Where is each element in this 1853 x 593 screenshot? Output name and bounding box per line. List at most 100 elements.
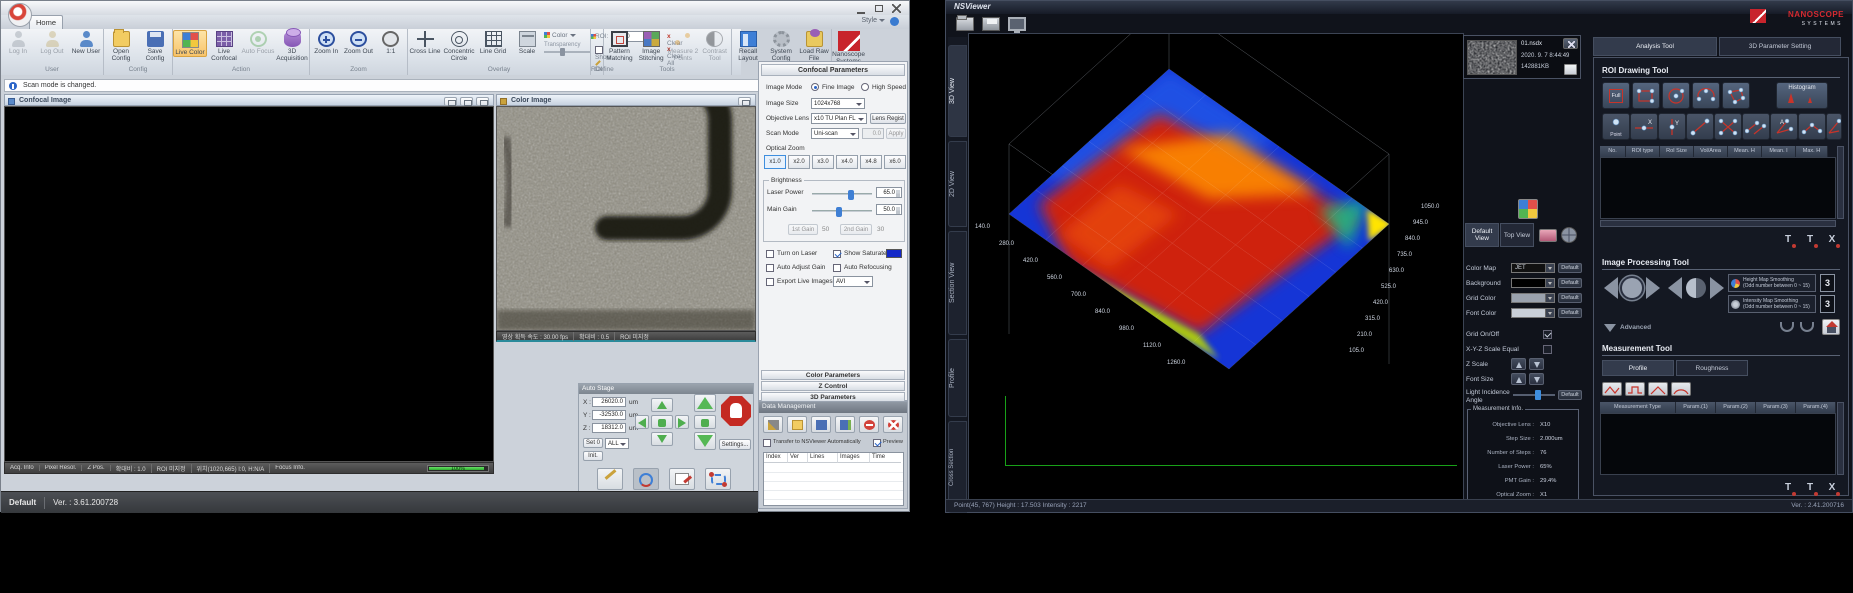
- concentric-circle-button[interactable]: Concentric Circle: [442, 30, 476, 62]
- confocal-image-canvas[interactable]: [4, 106, 494, 462]
- height-smoothing-value[interactable]: 3: [1820, 274, 1835, 292]
- panel-pin-button[interactable]: [738, 97, 751, 106]
- tab-roughness[interactable]: Roughness: [1676, 360, 1748, 376]
- tab-analysis-tool[interactable]: Analysis Tool: [1593, 37, 1717, 56]
- line-grid-button[interactable]: Line Grid: [476, 30, 510, 55]
- globe-icon[interactable]: [1561, 227, 1577, 243]
- stage-z-input[interactable]: 18312.0: [592, 423, 626, 433]
- advanced-label[interactable]: Advanced: [1620, 324, 1651, 331]
- show-saturated-checkbox[interactable]: [833, 250, 841, 258]
- panel-pin-button[interactable]: [476, 97, 489, 106]
- grid-color-swatch[interactable]: [1511, 293, 1555, 303]
- zoom-x3-button[interactable]: x3.0: [812, 155, 834, 169]
- main-gain-spinner[interactable]: 50.0: [876, 204, 902, 215]
- transfer-auto-checkbox[interactable]: [763, 439, 771, 447]
- zoom-1-1-button[interactable]: 1:1: [375, 30, 407, 55]
- scale-button[interactable]: Scale: [510, 30, 544, 55]
- titlebar[interactable]: [1, 1, 909, 15]
- file-option-button[interactable]: [1564, 64, 1577, 75]
- color-image-panel-header[interactable]: Color Image: [496, 94, 756, 106]
- z-control-section[interactable]: Z Control: [761, 381, 905, 391]
- tab-3d-view[interactable]: 3D View: [948, 45, 967, 137]
- tab-home[interactable]: Home: [29, 15, 63, 29]
- minimize-icon[interactable]: [857, 7, 865, 14]
- lens-regist-button[interactable]: Lens Regist: [870, 113, 906, 124]
- objective-lens-select[interactable]: x10 TU Plan FL: [811, 113, 867, 124]
- slider-handle[interactable]: [836, 207, 842, 217]
- intensity-smoothing-box[interactable]: Intensity Map Smoothing(Odd number betwe…: [1728, 295, 1816, 313]
- turn-on-laser-checkbox[interactable]: [766, 250, 774, 258]
- top-view-button[interactable]: Top View: [1500, 223, 1534, 247]
- tab-profile-meas[interactable]: Profile: [1602, 360, 1674, 376]
- profile-tool-1-button[interactable]: [1602, 382, 1622, 396]
- file-thumbnail[interactable]: [1467, 40, 1517, 75]
- color-map-select[interactable]: JET: [1511, 263, 1555, 273]
- image-size-select[interactable]: 1024x768: [811, 98, 865, 109]
- maximize-icon[interactable]: [875, 5, 883, 12]
- zoom-x48-button[interactable]: x4.8: [860, 155, 882, 169]
- tab-2d-view[interactable]: 2D View: [948, 141, 967, 227]
- grid-color-default-button[interactable]: Default: [1558, 293, 1582, 303]
- laser-power-spinner[interactable]: 65.0: [876, 187, 902, 198]
- slider-handle[interactable]: [848, 190, 854, 200]
- apply-button[interactable]: Apply: [886, 128, 906, 139]
- roi-polygon-button[interactable]: [1722, 82, 1750, 109]
- roi-ellipse-button[interactable]: [1692, 82, 1720, 109]
- zoom-in-button[interactable]: Zoom In: [310, 30, 342, 55]
- profile-tool-4-button[interactable]: [1671, 382, 1691, 396]
- zoom-x2-button[interactable]: x2.0: [788, 155, 810, 169]
- display-button[interactable]: [1008, 17, 1026, 31]
- save-config-button[interactable]: Save Config: [138, 30, 172, 62]
- roi-angle-button[interactable]: A: [1770, 113, 1798, 140]
- panel-float-button[interactable]: [460, 97, 473, 106]
- live-color-button[interactable]: Live Color: [173, 30, 207, 57]
- main-gain-slider[interactable]: [812, 210, 872, 212]
- z-scale-up-button[interactable]: [1511, 358, 1526, 370]
- acquisition-3d-button[interactable]: 3D Acquisition: [275, 30, 309, 62]
- load-raw-file-button[interactable]: Load Raw File: [798, 30, 831, 62]
- home-reset-button[interactable]: [1822, 319, 1840, 335]
- background-default-button[interactable]: Default: [1558, 278, 1582, 288]
- preview-checkbox[interactable]: [873, 439, 881, 447]
- font-size-up-button[interactable]: [1511, 373, 1526, 385]
- color-parameters-section[interactable]: Color Parameters: [761, 370, 905, 380]
- text-tool2-icon[interactable]: T: [1802, 234, 1818, 249]
- gain1-button[interactable]: 1st Gain: [788, 224, 818, 235]
- 3d-view-area[interactable]: 1050.0 945.0 840.0 735.0 630.0 525.0 420…: [968, 33, 1464, 501]
- zoom-x1-button[interactable]: x1.0: [764, 155, 786, 169]
- slider-handle[interactable]: [1535, 390, 1541, 400]
- file-close-button[interactable]: [1563, 38, 1578, 49]
- text-tool-icon[interactable]: T: [1780, 234, 1796, 249]
- path-route-button[interactable]: [705, 468, 731, 490]
- brightness-down-button[interactable]: [1604, 277, 1618, 299]
- z-down-button[interactable]: [694, 432, 716, 450]
- roi-full-button[interactable]: Full: [1602, 82, 1630, 109]
- roi-line-free-button[interactable]: [1686, 113, 1714, 140]
- pattern-matching-button[interactable]: Pattern Matching: [604, 30, 636, 62]
- stage-left-button[interactable]: [635, 415, 649, 429]
- zoom-x4-button[interactable]: x4.0: [836, 155, 858, 169]
- dm-add-button[interactable]: [787, 416, 807, 433]
- confocal-image-panel-header[interactable]: Confocal Image: [4, 94, 494, 106]
- contrast-tool-button[interactable]: Contrast Tool: [699, 30, 731, 62]
- stage-y-input[interactable]: -32530.0: [592, 410, 626, 420]
- measurement-table-vscroll[interactable]: [1837, 402, 1844, 475]
- background-swatch[interactable]: [1511, 278, 1555, 288]
- system-config-button[interactable]: System Config: [765, 30, 798, 62]
- stage-down-button[interactable]: [651, 432, 673, 446]
- scan-mode-select[interactable]: Uni-scan: [811, 128, 859, 139]
- open-config-button[interactable]: Open Config: [104, 30, 138, 62]
- clear-text-icon[interactable]: X: [1824, 234, 1840, 249]
- measurement-table-body[interactable]: [1600, 413, 1836, 475]
- stage-settings-button[interactable]: Settings...: [719, 439, 751, 450]
- roi-table-vscroll[interactable]: [1837, 146, 1844, 219]
- color-image-canvas[interactable]: [496, 106, 756, 331]
- undo-icon[interactable]: [1780, 322, 1794, 332]
- height-smoothing-box[interactable]: Height Map Smoothing(Odd number between …: [1728, 274, 1816, 292]
- light-angle-slider[interactable]: [1513, 394, 1555, 396]
- font-color-swatch[interactable]: [1511, 308, 1555, 318]
- color-map-default-button[interactable]: Default: [1558, 263, 1582, 273]
- roi-table-body[interactable]: [1600, 157, 1836, 219]
- wand-button[interactable]: [597, 468, 623, 490]
- zoom-out-button[interactable]: Zoom Out: [342, 30, 374, 55]
